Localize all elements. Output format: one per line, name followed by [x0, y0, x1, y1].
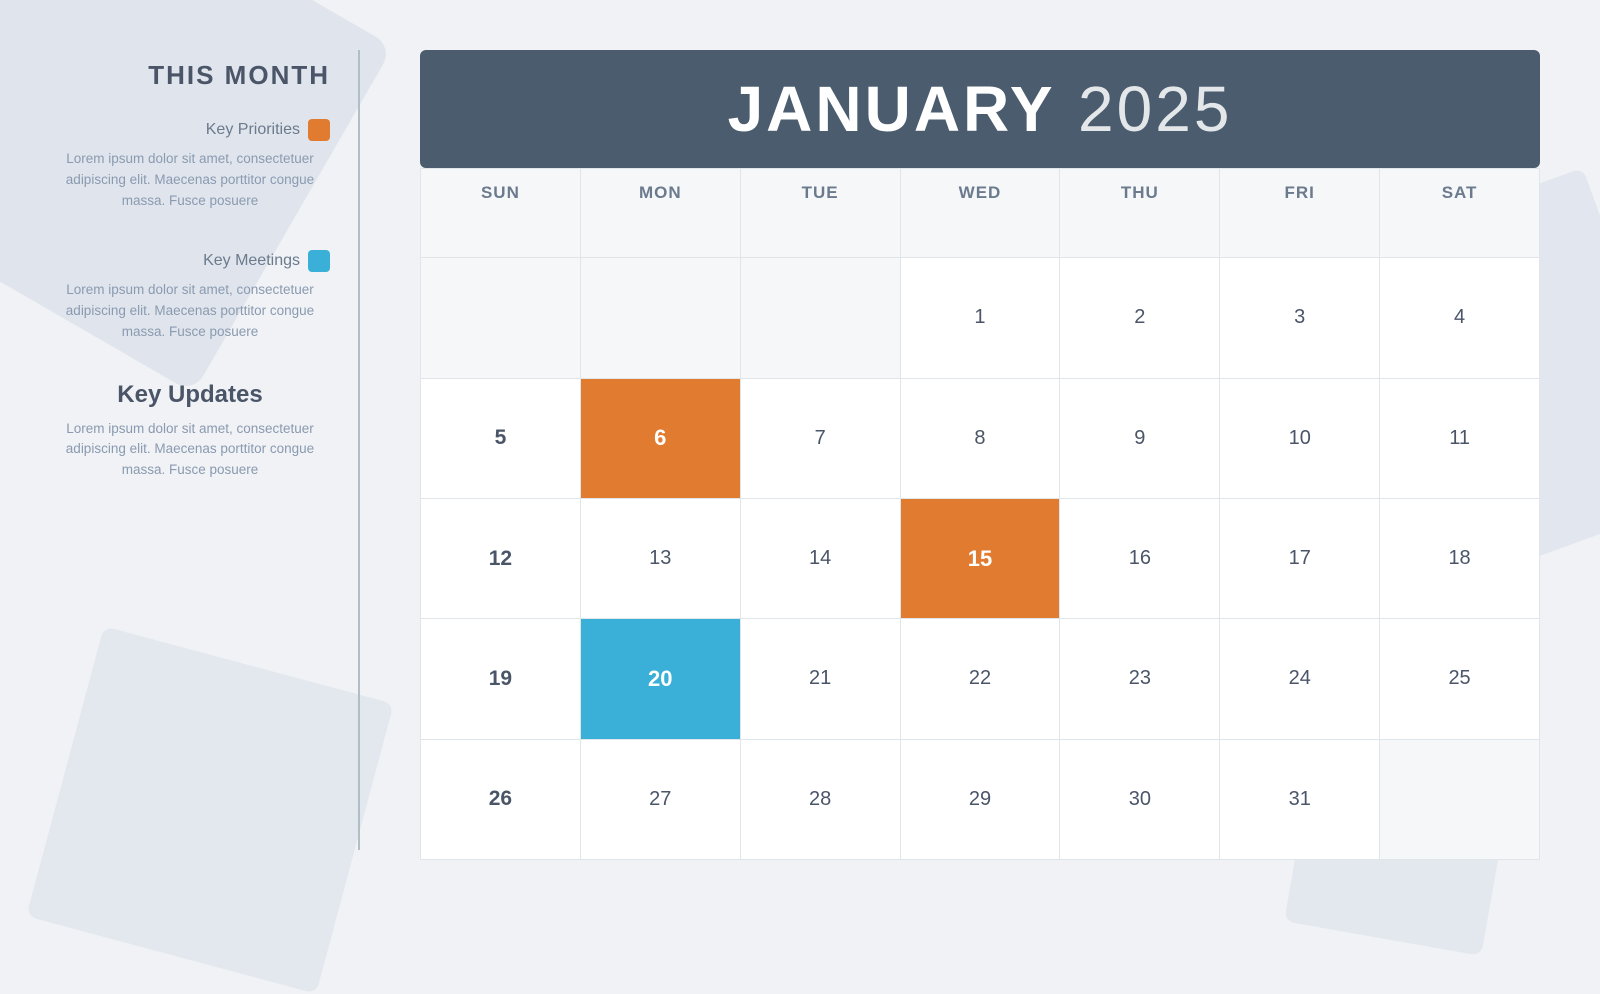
day-cell: 24 — [1220, 619, 1380, 739]
day-cell: 20 — [581, 619, 741, 739]
day-cell: 14 — [741, 499, 901, 619]
day-cell: 1 — [901, 258, 1061, 378]
day-cell: 13 — [581, 499, 741, 619]
day-cell: 19 — [421, 619, 581, 739]
day-cell — [421, 258, 581, 378]
day-header-sat: SAT — [1380, 169, 1540, 258]
day-cell: 28 — [741, 740, 901, 860]
day-cell: 9 — [1060, 379, 1220, 499]
day-cell — [1380, 740, 1540, 860]
sidebar-title: THIS MONTH — [50, 60, 330, 91]
day-cell: 4 — [1380, 258, 1540, 378]
day-header-mon: MON — [581, 169, 741, 258]
day-cell: 23 — [1060, 619, 1220, 739]
calendar-grid: SUN MON TUE WED THU FRI SAT 123456789101… — [420, 168, 1540, 860]
day-cell: 18 — [1380, 499, 1540, 619]
key-priorities-dot — [308, 119, 330, 141]
day-cell — [581, 258, 741, 378]
calendar-area: JANUARY 2025 SUN MON TUE WED THU FRI SAT… — [360, 0, 1600, 900]
day-cell: 8 — [901, 379, 1061, 499]
key-updates-desc: Lorem ipsum dolor sit amet, consectetuer… — [50, 419, 330, 482]
day-cell: 10 — [1220, 379, 1380, 499]
day-cell: 11 — [1380, 379, 1540, 499]
day-cell: 22 — [901, 619, 1061, 739]
day-cell: 25 — [1380, 619, 1540, 739]
day-header-tue: TUE — [741, 169, 901, 258]
day-cell: 3 — [1220, 258, 1380, 378]
day-cell: 6 — [581, 379, 741, 499]
day-cell: 2 — [1060, 258, 1220, 378]
key-meetings-desc: Lorem ipsum dolor sit amet, consectetuer… — [50, 280, 330, 343]
key-priorities-desc: Lorem ipsum dolor sit amet, consectetuer… — [50, 149, 330, 212]
day-cell: 7 — [741, 379, 901, 499]
key-meetings-label: Key Meetings — [203, 252, 300, 270]
sidebar-divider — [358, 50, 360, 850]
day-cell: 15 — [901, 499, 1061, 619]
day-cell: 30 — [1060, 740, 1220, 860]
day-header-sun: SUN — [421, 169, 581, 258]
key-priorities-section: Key Priorities Lorem ipsum dolor sit ame… — [50, 119, 330, 230]
day-cell: 31 — [1220, 740, 1380, 860]
month-name: JANUARY — [728, 73, 1056, 145]
day-cell: 5 — [421, 379, 581, 499]
main-layout: THIS MONTH Key Priorities Lorem ipsum do… — [0, 0, 1600, 900]
day-header-wed: WED — [901, 169, 1061, 258]
key-updates-title: Key Updates — [50, 381, 330, 409]
key-updates-section: Key Updates Lorem ipsum dolor sit amet, … — [50, 381, 330, 500]
day-cell: 21 — [741, 619, 901, 739]
key-meetings-section: Key Meetings Lorem ipsum dolor sit amet,… — [50, 250, 330, 361]
month-header: JANUARY 2025 — [420, 50, 1540, 168]
key-priorities-label: Key Priorities — [206, 121, 300, 139]
day-cell: 17 — [1220, 499, 1380, 619]
day-cell: 26 — [421, 740, 581, 860]
key-meetings-dot — [308, 250, 330, 272]
key-meetings-label-row: Key Meetings — [50, 250, 330, 272]
month-year: 2025 — [1078, 73, 1232, 145]
day-header-fri: FRI — [1220, 169, 1380, 258]
day-cell: 12 — [421, 499, 581, 619]
day-header-thu: THU — [1060, 169, 1220, 258]
day-cell: 27 — [581, 740, 741, 860]
day-cell — [741, 258, 901, 378]
sidebar: THIS MONTH Key Priorities Lorem ipsum do… — [0, 0, 360, 900]
key-priorities-label-row: Key Priorities — [50, 119, 330, 141]
day-cell: 29 — [901, 740, 1061, 860]
day-cell: 16 — [1060, 499, 1220, 619]
